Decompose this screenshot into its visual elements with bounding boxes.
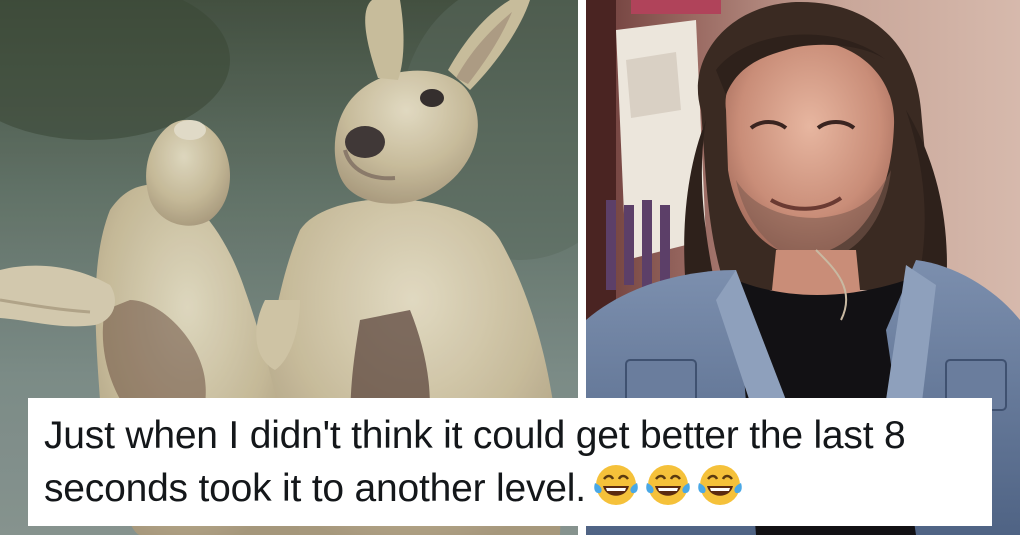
tears-of-joy-emoji-icon: [594, 465, 638, 505]
caption-text: Just when I didn't think it could get be…: [44, 411, 972, 522]
caption-line: Just when I didn't think it could get be…: [44, 414, 906, 510]
emoji-row: [592, 461, 748, 522]
tears-of-joy-emoji-icon: [698, 465, 742, 505]
caption-box: Just when I didn't think it could get be…: [28, 398, 992, 526]
tears-of-joy-emoji-icon: [646, 465, 690, 505]
